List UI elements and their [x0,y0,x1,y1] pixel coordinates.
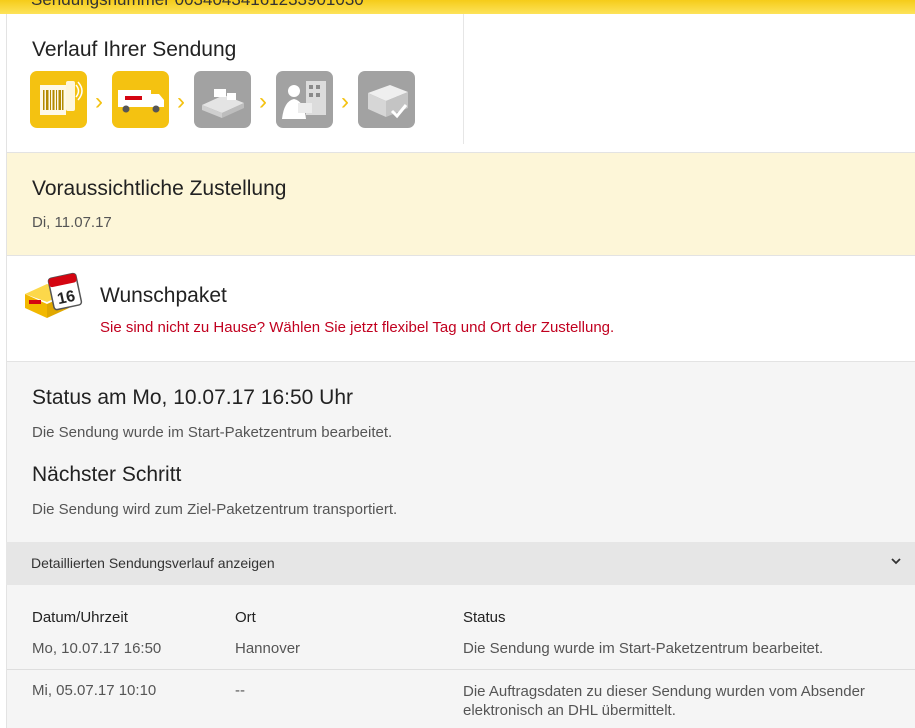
tracking-number-label: Sendungsnummer 00340434161233901030 [31,0,364,10]
status-section: Status am Mo, 10.07.17 16:50 Uhr Die Sen… [6,362,915,542]
wunschpaket-calendar-icon: 16 [25,272,83,318]
row-datetime: Mi, 05.07.17 10:10 [32,682,157,699]
step-chevron: › [341,88,349,115]
wunschpaket-title: Wunschpaket [100,284,227,307]
header-status: Status [463,609,506,626]
header-location: Ort [235,609,256,626]
row-status: Die Sendung wurde im Start-Paketzentrum … [463,640,824,657]
show-details-label: Detaillierten Sendungsverlauf anzeigen [31,555,275,571]
row-location: -- [235,682,245,699]
parcel-center-conveyor-icon [194,71,251,128]
expected-delivery-date: Di, 11.07.17 [32,214,112,231]
row-location: Hannover [235,640,301,657]
shipment-progress-card: Verlauf Ihrer Sendung › › › › [6,14,915,153]
barcode-scanner-icon [30,71,87,128]
row-divider [7,669,915,670]
shipment-history-table: Datum/Uhrzeit Ort Status Mo, 10.07.17 16… [6,585,915,728]
expected-delivery-title: Voraussichtliche Zustellung [32,177,287,200]
next-step-title: Nächster Schritt [32,463,182,486]
courier-delivery-icon [276,71,333,128]
row-status: Die Auftragsdaten zu dieser Sendung wurd… [463,683,865,719]
header-datetime: Datum/Uhrzeit [32,609,128,626]
status-title: Status am Mo, 10.07.17 16:50 Uhr [32,386,354,409]
parcel-delivered-icon [358,71,415,128]
step-chevron: › [95,88,103,115]
calendar-day-number: 16 [56,288,77,308]
progress-title: Verlauf Ihrer Sendung [32,38,237,61]
step-chevron: › [259,88,267,115]
card-divider [463,14,464,144]
dhl-truck-icon [112,71,169,128]
wunschpaket-section: 16 Wunschpaket Sie sind nicht zu Hause? … [6,256,915,362]
chevron-down-icon [891,558,901,565]
next-step-text: Die Sendung wird zum Ziel-Paketzentrum t… [32,501,398,518]
show-details-toggle[interactable]: Detaillierten Sendungsverlauf anzeigen [6,542,915,585]
step-chevron: › [177,88,185,115]
status-text: Die Sendung wurde im Start-Paketzentrum … [32,424,393,441]
wunschpaket-link[interactable]: Sie sind nicht zu Hause? Wählen Sie jetz… [100,319,614,336]
expected-delivery-section: Voraussichtliche Zustellung Di, 11.07.17 [6,153,915,256]
row-datetime: Mo, 10.07.17 16:50 [32,640,162,657]
header-tracking-bar: Sendungsnummer 00340434161233901030 [0,0,915,14]
